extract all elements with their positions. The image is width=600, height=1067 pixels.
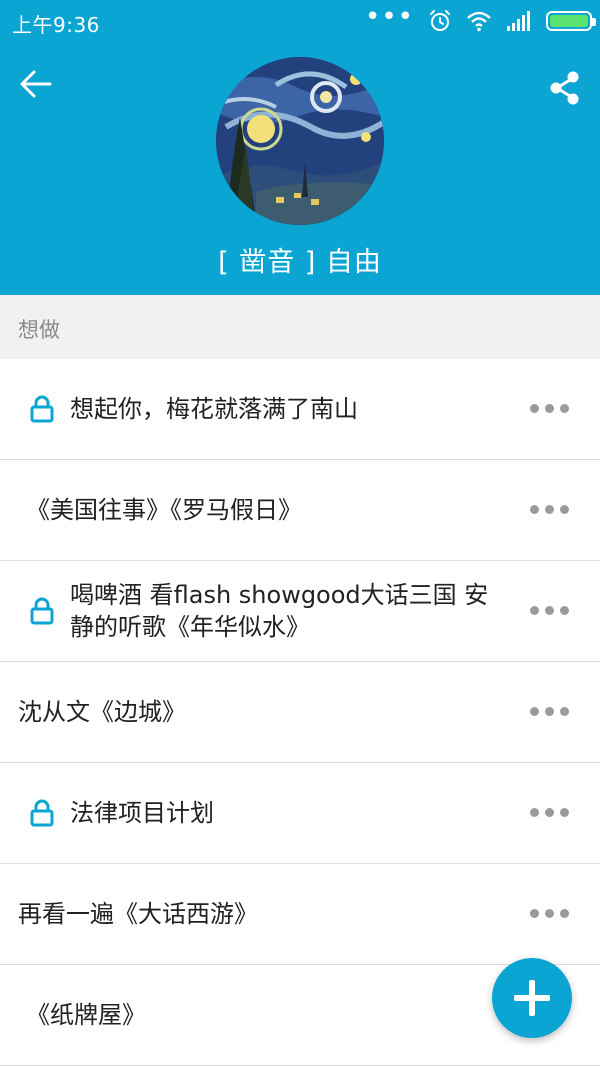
status-time: 上午9:36 — [12, 13, 100, 37]
list-item-content: 喝啤酒 看flash showgood大话三国 安静的听歌《年华似水》 — [18, 561, 500, 661]
alarm-icon — [430, 10, 450, 31]
section-header: 想做 — [0, 295, 600, 359]
arrow-left-icon[interactable] — [18, 66, 54, 102]
more-options-icon[interactable] — [530, 601, 570, 621]
profile-name: [ 凿音 ] 自由 — [218, 247, 382, 278]
list-item-content: 《纸牌屋》 — [18, 965, 520, 1065]
section-title: 想做 — [18, 318, 60, 342]
list-item-text: 想起你，梅花就落满了南山 — [70, 395, 358, 423]
share-icon[interactable] — [548, 70, 582, 106]
list-item-content: 《美国往事》《罗马假日》 — [18, 460, 520, 560]
signal-icon — [507, 11, 530, 31]
list-item[interactable]: 想起你，梅花就落满了南山 — [0, 359, 600, 460]
list-item-text: 《纸牌屋》 — [26, 1001, 146, 1029]
list-item-text: 《美国往事》《罗马假日》 — [26, 496, 302, 524]
list-item[interactable]: 沈从文《边城》 — [0, 662, 600, 763]
more-options-icon[interactable] — [530, 803, 570, 823]
list-item-content: 想起你，梅花就落满了南山 — [18, 359, 520, 459]
more-options-icon[interactable] — [530, 500, 570, 520]
list-item-text: 喝啤酒 看flash showgood大话三国 安静的听歌《年华似水》 — [70, 581, 489, 641]
list-item-text: 法律项目计划 — [70, 799, 214, 827]
battery-level — [550, 15, 588, 27]
lock-icon — [30, 799, 54, 827]
notification-dots: ••• — [364, 2, 414, 32]
status-bar: 上午9:36 ••• — [0, 0, 600, 42]
lock-icon — [30, 597, 54, 625]
avatar[interactable] — [216, 57, 384, 225]
more-options-icon[interactable] — [530, 399, 570, 419]
list-item-text: 再看一遍《大话西游》 — [18, 900, 258, 928]
add-item-button[interactable] — [492, 958, 572, 1038]
more-options-icon[interactable] — [530, 702, 570, 722]
wifi-icon — [467, 11, 491, 32]
wish-list: 想起你，梅花就落满了南山 《美国往事》《罗马假日》 喝啤酒 看flash sho… — [0, 359, 600, 1066]
list-item-text: 沈从文《边城》 — [18, 698, 186, 726]
battery-icon — [546, 11, 596, 31]
more-options-icon[interactable] — [530, 904, 570, 924]
profile-header: 上午9:36 ••• [凿音] 自由 — [0, 0, 600, 295]
list-item[interactable]: 喝啤酒 看flash showgood大话三国 安静的听歌《年华似水》 — [0, 561, 600, 662]
list-item[interactable]: 再看一遍《大话西游》 — [0, 864, 600, 965]
status-icons: ••• — [364, 2, 596, 34]
lock-icon — [30, 395, 54, 423]
list-item[interactable]: 法律项目计划 — [0, 763, 600, 864]
list-item-content: 再看一遍《大话西游》 — [18, 864, 520, 964]
list-item-content: 沈从文《边城》 — [18, 662, 520, 762]
list-item-content: 法律项目计划 — [18, 763, 520, 863]
list-item[interactable]: 《美国往事》《罗马假日》 — [0, 460, 600, 561]
starry-night-image — [216, 57, 384, 225]
